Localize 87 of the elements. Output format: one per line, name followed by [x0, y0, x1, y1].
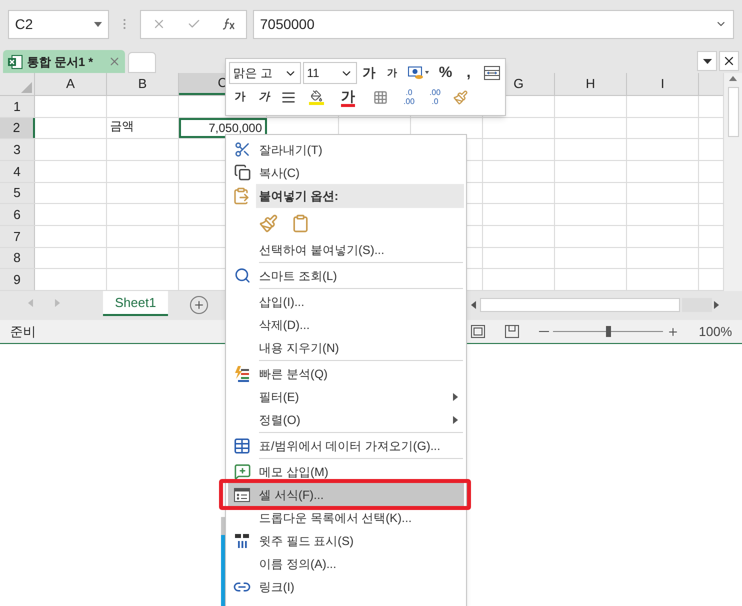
- menu-item[interactable]: 윗주 필드 표시(S): [228, 529, 464, 552]
- menu-item[interactable]: 스마트 조회(L): [228, 264, 464, 287]
- zoom-slider[interactable]: [552, 326, 663, 338]
- status-text: 준비: [10, 322, 36, 341]
- paste-formatting-button[interactable]: [258, 212, 278, 234]
- row-header[interactable]: 8: [0, 248, 35, 268]
- horizontal-scrollbar-thumb[interactable]: [480, 298, 680, 312]
- menu-item[interactable]: 필터(E): [228, 385, 464, 408]
- scroll-right-icon[interactable]: [712, 301, 720, 309]
- close-icon: [722, 54, 736, 68]
- row-header[interactable]: 3: [0, 139, 35, 160]
- font-color-button[interactable]: 가: [333, 86, 363, 108]
- grip-icon: [123, 18, 126, 30]
- tab-list-button[interactable]: [697, 51, 717, 71]
- menu-item[interactable]: 내용 지우기(N): [228, 336, 464, 359]
- zoom-slider-thumb[interactable]: [606, 326, 611, 337]
- clipboard-icon: [232, 187, 250, 205]
- row-header[interactable]: 1: [0, 96, 35, 117]
- paint-bucket-icon: [308, 90, 324, 104]
- close-icon[interactable]: [108, 55, 121, 68]
- phonetic-icon: [233, 532, 251, 550]
- menu-item[interactable]: 빠른 분석(Q): [228, 362, 464, 385]
- row-header[interactable]: 6: [0, 204, 35, 226]
- scroll-left-icon[interactable]: [470, 301, 478, 309]
- merge-icon: [484, 66, 500, 80]
- copy-icon: [234, 164, 250, 181]
- increase-decimal-button[interactable]: .0 .00: [397, 86, 421, 108]
- formula-field[interactable]: 7050000: [253, 10, 734, 38]
- menu-item[interactable]: 드롭다운 목록에서 선택(K)...: [228, 506, 464, 529]
- menu-item[interactable]: 이름 정의(A)...: [228, 552, 464, 575]
- dropdown-caret-icon: [702, 58, 712, 64]
- function-icon: [222, 18, 236, 30]
- menu-item[interactable]: 복사(C): [228, 161, 464, 184]
- menu-item[interactable]: 잘라내기(T): [228, 138, 464, 161]
- close-button[interactable]: [719, 51, 739, 71]
- workbook-tab[interactable]: 통합 문서1 *: [3, 50, 125, 73]
- menu-item[interactable]: 표/범위에서 데이터 가져오기(G)...: [228, 434, 464, 457]
- zoom-level[interactable]: 100%: [698, 322, 732, 342]
- column-header[interactable]: H: [555, 73, 627, 95]
- grow-font-button[interactable]: 가: [358, 62, 380, 84]
- scroll-up-icon: [729, 76, 737, 81]
- menu-section-header: 붙여넣기 옵션:: [256, 184, 464, 208]
- corner-triangle-icon: [21, 82, 32, 93]
- vertical-scrollbar[interactable]: [723, 73, 742, 291]
- zoom-in-icon[interactable]: [666, 326, 679, 338]
- align-icon: [280, 90, 296, 104]
- menu-item[interactable]: 링크(I): [228, 575, 464, 598]
- name-box[interactable]: C2: [8, 10, 109, 38]
- paintbrush-icon: [452, 90, 468, 104]
- quick-analysis-icon: [233, 364, 251, 382]
- borders-icon: [372, 90, 388, 104]
- plus-icon: [193, 299, 205, 311]
- menu-item[interactable]: 정렬(O): [228, 408, 464, 431]
- font-field[interactable]: 맑은 고: [229, 62, 301, 84]
- search-icon: [234, 267, 250, 284]
- column-header[interactable]: A: [35, 73, 107, 95]
- row-header[interactable]: 7: [0, 226, 35, 247]
- normal-view-icon[interactable]: [470, 325, 485, 338]
- scissors-icon: [234, 141, 250, 158]
- comment-icon: [234, 463, 250, 480]
- shrink-font-button[interactable]: 가: [382, 62, 403, 84]
- font-size-field[interactable]: 11: [302, 62, 357, 84]
- menu-item[interactable]: 메모 삽입(M): [228, 460, 464, 483]
- menu-item[interactable]: 셀 서식(F)...: [228, 483, 464, 506]
- page-layout-icon[interactable]: [504, 325, 519, 338]
- table-icon: [233, 436, 251, 454]
- column-header[interactable]: I: [627, 73, 699, 95]
- clipboard-brush-icon: [258, 214, 278, 232]
- decrease-decimal-button[interactable]: .00 .0: [423, 86, 447, 108]
- scrollbar-thumb[interactable]: [728, 87, 738, 137]
- row-header[interactable]: 5: [0, 182, 35, 204]
- percent-button[interactable]: %: [435, 62, 456, 84]
- menu-item[interactable]: 삽입(I)...: [228, 290, 464, 313]
- dropdown-caret-icon: [94, 22, 102, 26]
- format-cells-icon: [233, 486, 251, 504]
- money-icon: [408, 66, 430, 80]
- row-header[interactable]: 4: [0, 161, 35, 182]
- spreadsheet-icon: [7, 54, 23, 70]
- clipboard-icon: [290, 214, 310, 232]
- menu-item[interactable]: 선택하여 붙여넣기(S)...: [228, 238, 464, 261]
- menu-item[interactable]: 삭제(D)...: [228, 313, 464, 336]
- comma-button[interactable]: ,: [458, 62, 480, 84]
- row-header[interactable]: 9: [0, 269, 35, 290]
- sheet-tab[interactable]: Sheet1: [103, 291, 168, 316]
- add-sheet-button[interactable]: [190, 296, 208, 314]
- table-cell: 금액: [107, 118, 179, 138]
- row-header[interactable]: 2: [0, 118, 35, 138]
